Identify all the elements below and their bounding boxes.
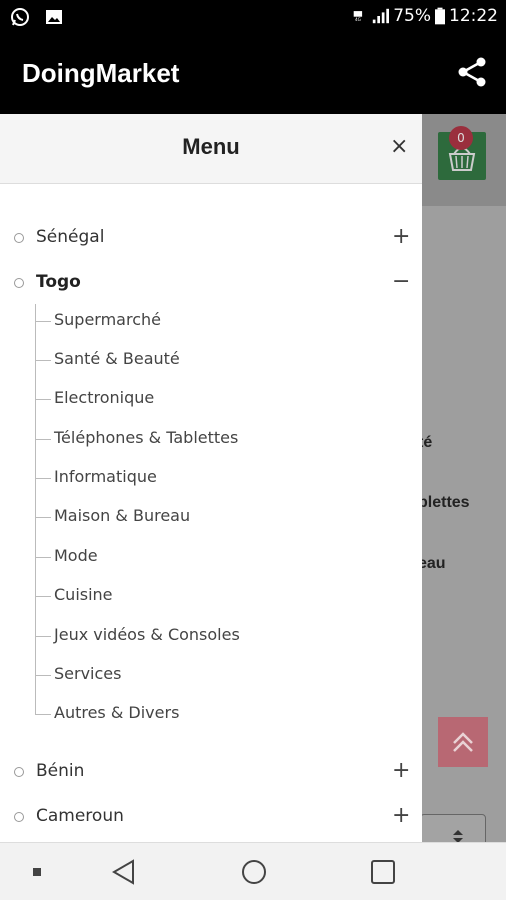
svg-text:4G: 4G xyxy=(355,17,361,22)
expand-icon[interactable]: + xyxy=(392,803,410,829)
app-bar: DoingMarket xyxy=(0,34,506,114)
country-label: Sénégal xyxy=(36,227,105,247)
side-drawer-menu: Menu × Sénégal + Togo − Supermarché Sant… xyxy=(0,114,422,842)
back-icon[interactable] xyxy=(109,857,139,887)
signal-icon xyxy=(373,8,390,24)
category-label: Supermarché xyxy=(54,310,161,329)
whatsapp-icon xyxy=(11,8,29,26)
status-bar: 4G 75% 12:22 xyxy=(0,0,506,34)
recent-dot-icon[interactable] xyxy=(22,857,52,887)
category-label: Informatique xyxy=(54,467,157,486)
collapse-icon[interactable]: − xyxy=(392,269,410,295)
category-item[interactable]: Téléphones & Tablettes xyxy=(35,424,415,454)
category-label: Téléphones & Tablettes xyxy=(54,428,239,447)
bullet-icon xyxy=(14,233,24,243)
category-item[interactable]: Electronique xyxy=(35,384,415,414)
category-item[interactable]: Services xyxy=(35,660,415,690)
battery-percent: 75% xyxy=(393,6,431,26)
country-item-benin[interactable]: Bénin + xyxy=(0,754,422,790)
hd-icon: 4G xyxy=(353,11,363,22)
background-text: eau xyxy=(418,555,446,572)
expand-icon[interactable]: + xyxy=(392,224,410,250)
expand-icon[interactable]: + xyxy=(392,758,410,784)
category-item[interactable]: Maison & Bureau xyxy=(35,502,415,532)
category-item[interactable]: Santé & Beauté xyxy=(35,345,415,375)
country-label: Cameroun xyxy=(36,806,124,826)
category-label: Cuisine xyxy=(54,585,113,604)
clock: 12:22 xyxy=(449,6,498,26)
category-label: Santé & Beauté xyxy=(54,349,180,368)
category-item[interactable]: Cuisine xyxy=(35,581,415,611)
battery-icon xyxy=(435,7,445,25)
category-item[interactable]: Autres & Divers xyxy=(35,699,415,729)
system-nav-bar xyxy=(0,842,506,900)
country-item-senegal[interactable]: Sénégal + xyxy=(0,220,422,256)
double-chevron-up-icon xyxy=(453,732,473,752)
drawer-title: Menu xyxy=(182,134,240,159)
background-text: blettes xyxy=(418,494,470,511)
category-label: Mode xyxy=(54,546,98,565)
image-icon xyxy=(46,10,62,24)
category-label: Services xyxy=(54,664,122,683)
share-icon[interactable] xyxy=(456,56,488,88)
drawer-header: Menu × xyxy=(0,114,422,184)
bullet-icon xyxy=(14,767,24,777)
country-item-cameroun[interactable]: Cameroun + xyxy=(0,799,422,835)
bullet-icon xyxy=(14,278,24,288)
country-label: Togo xyxy=(36,272,81,292)
close-icon[interactable]: × xyxy=(390,136,408,158)
home-icon[interactable] xyxy=(239,857,269,887)
category-label: Jeux vidéos & Consoles xyxy=(54,625,240,644)
overview-icon[interactable] xyxy=(368,857,398,887)
category-label: Electronique xyxy=(54,388,155,407)
category-label: Maison & Bureau xyxy=(54,506,191,525)
country-label: Bénin xyxy=(36,761,85,781)
scroll-to-top-button[interactable] xyxy=(438,717,488,767)
category-label: Autres & Divers xyxy=(54,703,180,722)
country-item-togo[interactable]: Togo − xyxy=(0,265,422,301)
category-item[interactable]: Mode xyxy=(35,542,415,572)
cart-badge: 0 xyxy=(449,126,473,150)
category-item[interactable]: Informatique xyxy=(35,463,415,493)
bullet-icon xyxy=(14,812,24,822)
app-title: DoingMarket xyxy=(22,58,180,88)
category-item[interactable]: Supermarché xyxy=(35,306,415,336)
category-item[interactable]: Jeux vidéos & Consoles xyxy=(35,621,415,651)
